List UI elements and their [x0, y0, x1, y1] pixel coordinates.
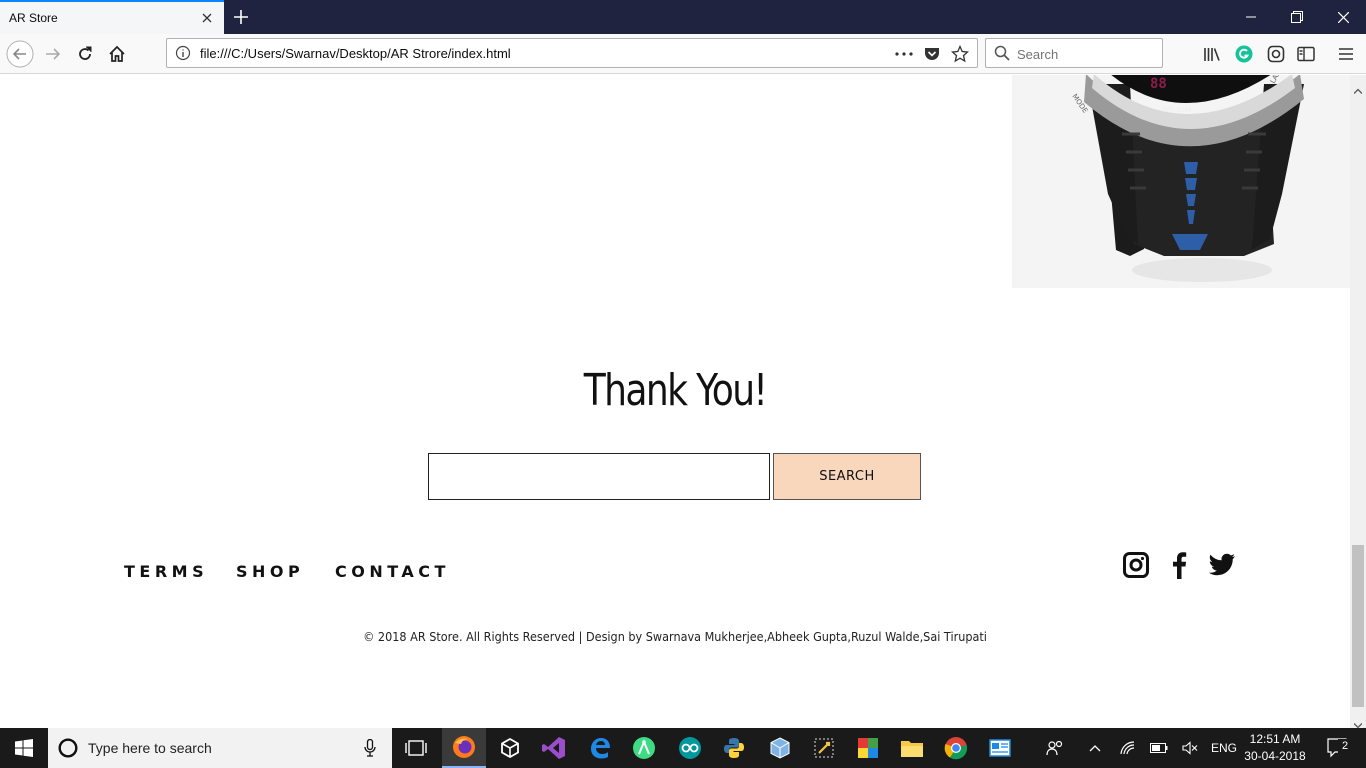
sidebar-icon[interactable] — [1294, 42, 1318, 66]
tray-chevron-up-icon[interactable] — [1086, 728, 1104, 768]
cortana-icon — [58, 738, 78, 763]
facebook-icon[interactable] — [1165, 551, 1193, 579]
browser-search-field[interactable]: Search — [985, 38, 1163, 68]
wifi-icon[interactable] — [1118, 728, 1138, 768]
battery-icon[interactable] — [1148, 728, 1170, 768]
watch-product-image[interactable]: WR 30M 88 MODE LAPRE — [1012, 75, 1350, 288]
clock-time: 12:51 AM — [1249, 732, 1301, 746]
instagram-icon[interactable] — [1122, 551, 1150, 579]
action-center-icon[interactable]: 2 — [1320, 728, 1356, 768]
url-text: file:///C:/Users/Swarnav/Desktop/AR Stro… — [200, 46, 511, 61]
tools-taskbar-icon[interactable] — [802, 728, 846, 768]
task-view-icon[interactable] — [394, 728, 438, 768]
arduino-taskbar-icon[interactable] — [668, 728, 712, 768]
browser-search-placeholder: Search — [1017, 47, 1059, 62]
svg-text:WR 30M: WR 30M — [1162, 106, 1191, 114]
browser-tab[interactable]: AR Store — [0, 0, 224, 34]
page-search-button[interactable]: SEARCH — [773, 453, 921, 500]
home-icon[interactable] — [101, 38, 133, 70]
windows-start-icon[interactable] — [0, 728, 48, 768]
page-search-input[interactable] — [428, 453, 770, 500]
browser-tab-bar: AR Store — [0, 0, 1366, 34]
sync-extension-icon[interactable] — [1264, 42, 1288, 66]
firefox-taskbar-icon[interactable] — [442, 728, 486, 768]
microphone-icon[interactable] — [364, 738, 376, 762]
taskbar-search-box[interactable]: Type here to search — [48, 728, 392, 768]
back-icon[interactable] — [4, 38, 36, 70]
tab-close-icon[interactable] — [197, 8, 217, 28]
window-app-taskbar-icon[interactable] — [978, 728, 1022, 768]
svg-text:88: 88 — [1150, 76, 1167, 92]
scrollbar-thumb[interactable] — [1352, 545, 1364, 707]
colorful-app-taskbar-icon[interactable] — [846, 728, 890, 768]
taskbar-clock[interactable]: 12:51 AM 30-04-2018 — [1240, 731, 1310, 765]
footer-link-terms[interactable]: TERMS — [124, 562, 208, 581]
android-studio-taskbar-icon[interactable] — [622, 728, 666, 768]
minimize-icon[interactable] — [1228, 0, 1274, 34]
copyright-text: © 2018 AR Store. All Rights Reserved | D… — [363, 629, 987, 644]
window-close-icon[interactable] — [1320, 0, 1366, 34]
page-actions-icon[interactable] — [893, 43, 915, 65]
library-icon[interactable] — [1200, 42, 1224, 66]
notification-count: 2 — [1338, 739, 1352, 753]
menu-hamburger-icon[interactable] — [1334, 42, 1358, 66]
edge-taskbar-icon[interactable] — [578, 728, 622, 768]
volume-muted-icon[interactable] — [1180, 728, 1200, 768]
thank-you-heading: Thank You! — [583, 365, 768, 416]
magnifier-icon — [994, 45, 1010, 66]
reload-icon[interactable] — [69, 38, 101, 70]
python-taskbar-icon[interactable] — [712, 728, 756, 768]
file-explorer-taskbar-icon[interactable] — [890, 728, 934, 768]
windows-taskbar: Type here to search ENG 12:51 AM 30-04-2… — [0, 728, 1366, 768]
forward-icon[interactable] — [37, 38, 69, 70]
info-icon[interactable] — [175, 45, 191, 66]
restore-icon[interactable] — [1274, 0, 1320, 34]
navigation-toolbar: file:///C:/Users/Swarnav/Desktop/AR Stro… — [0, 34, 1366, 74]
footer-link-shop[interactable]: SHOP — [236, 562, 304, 581]
taskbar-search-placeholder: Type here to search — [88, 740, 212, 756]
url-bar[interactable]: file:///C:/Users/Swarnav/Desktop/AR Stro… — [166, 38, 978, 68]
footer-link-contact[interactable]: CONTACT — [335, 562, 450, 581]
chrome-taskbar-icon[interactable] — [934, 728, 978, 768]
virtualbox-taskbar-icon[interactable] — [758, 728, 802, 768]
unity-taskbar-icon[interactable] — [488, 728, 532, 768]
clock-date: 30-04-2018 — [1244, 749, 1306, 763]
tab-title: AR Store — [9, 11, 58, 25]
grammarly-extension-icon[interactable] — [1232, 42, 1256, 66]
bookmark-star-icon[interactable] — [949, 43, 971, 65]
page-viewport: WR 30M 88 MODE LAPRE Thank You! SEARCH T… — [0, 75, 1350, 728]
page-scrollbar[interactable] — [1350, 75, 1366, 729]
scroll-up-arrow-icon[interactable] — [1353, 81, 1363, 99]
visual-studio-taskbar-icon[interactable] — [532, 728, 576, 768]
twitter-icon[interactable] — [1208, 551, 1236, 579]
pocket-icon[interactable] — [921, 43, 943, 65]
people-icon[interactable] — [1044, 728, 1066, 768]
new-tab-plus-icon[interactable] — [230, 6, 252, 28]
language-indicator[interactable]: ENG — [1208, 728, 1240, 768]
